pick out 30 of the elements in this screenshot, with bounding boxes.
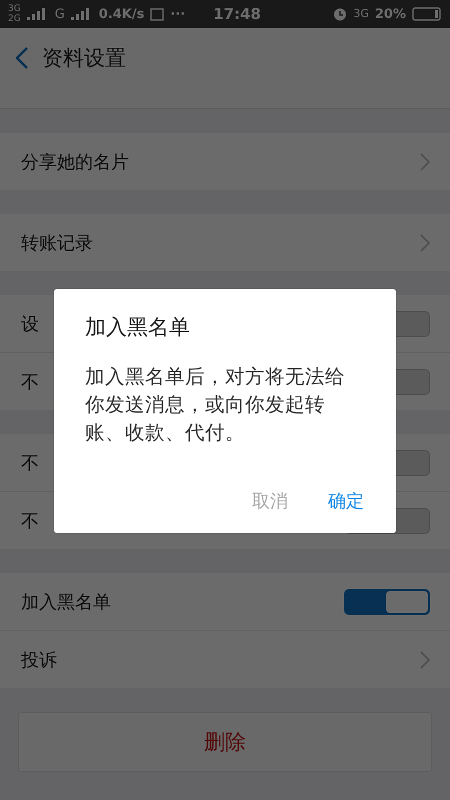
back-icon[interactable]	[16, 47, 28, 69]
chevron-right-icon	[420, 234, 430, 252]
screenshot-icon	[150, 8, 164, 20]
setting-label[interactable]: 不	[21, 508, 39, 532]
setting-label[interactable]: 转账记录	[21, 230, 93, 254]
setting-label[interactable]: 分享她的名片	[21, 150, 129, 174]
more-dots: ···	[170, 6, 186, 22]
page-title: 资料设置	[42, 45, 126, 72]
sim-label: 3G	[8, 4, 21, 14]
setting-label[interactable]: 加入黑名单	[21, 590, 111, 614]
sim-label: 2G	[8, 14, 21, 24]
battery-percent: 20%	[374, 6, 406, 22]
chevron-right-icon	[420, 650, 430, 668]
setting-label[interactable]: 不	[21, 450, 39, 474]
battery-icon	[412, 7, 442, 21]
network-speed: 0.4K/s	[98, 6, 144, 22]
cancel-button[interactable]: 取消	[252, 489, 288, 513]
confirm-button[interactable]: 确定	[328, 489, 364, 513]
network-label: G	[54, 6, 65, 22]
delete-button[interactable]: 删除	[18, 712, 432, 772]
dialog-message: 加入黑名单后，对方将无法给你发送消息，或向你发起转账、收款、代付。	[85, 364, 346, 446]
chevron-right-icon	[420, 152, 430, 170]
setting-label[interactable]: 投诉	[21, 648, 57, 672]
setting-label[interactable]: 设	[21, 312, 39, 336]
alarm-icon	[333, 7, 348, 21]
dialog-title: 加入黑名单	[85, 314, 191, 341]
toggle-switch[interactable]	[344, 588, 430, 614]
clock: 17:48	[213, 5, 261, 23]
setting-label[interactable]: 不	[21, 370, 39, 394]
data-type-label: 3G	[353, 9, 369, 19]
